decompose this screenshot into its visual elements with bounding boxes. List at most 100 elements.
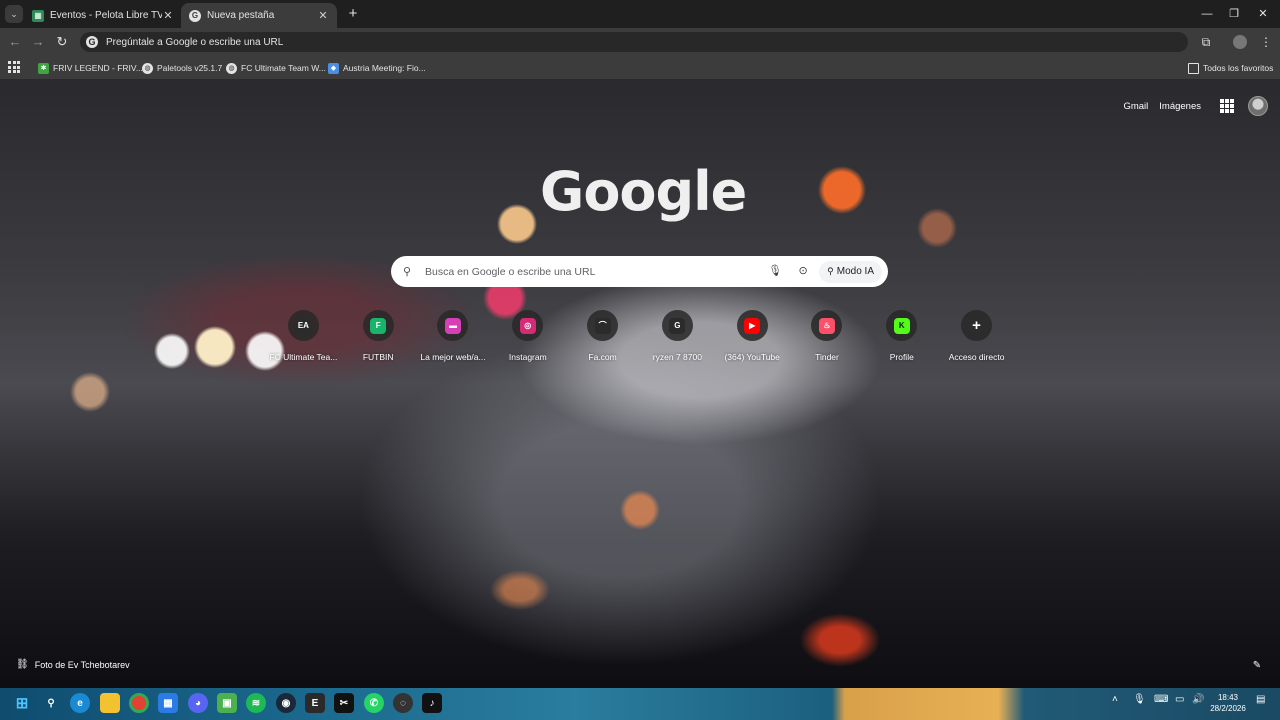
bookmark-label: Paletools v25.1.7 <box>157 63 223 73</box>
menu-icon[interactable]: ⋮ <box>1257 33 1275 51</box>
restore-button[interactable]: ❐ <box>1224 5 1244 23</box>
windows-start-icon[interactable]: ⊞ <box>12 693 32 713</box>
shortcut-icon-circle[interactable]: ♨ <box>811 310 843 341</box>
tab-search-button[interactable]: ⌄ <box>5 5 23 23</box>
tab-title: Eventos - Pelota Libre TV <box>50 10 162 21</box>
tab-new-tab[interactable]: G Nueva pestaña ✕ <box>181 3 337 28</box>
globe-icon: ◍ <box>142 62 153 74</box>
shortcut-tile[interactable]: + Acceso directo <box>939 310 1014 362</box>
shortcut-icon-circle[interactable]: ⌒ <box>587 310 619 341</box>
images-link[interactable]: Imágenes <box>1159 101 1201 112</box>
back-button[interactable]: ← <box>6 33 24 51</box>
google-logo: Google <box>540 160 747 223</box>
close-icon[interactable]: ✕ <box>317 9 329 22</box>
apps-icon[interactable] <box>8 61 20 73</box>
link-icon: ⛓ <box>16 659 29 670</box>
file-explorer-icon[interactable] <box>100 693 120 713</box>
google-apps-icon[interactable] <box>1220 99 1234 113</box>
shortcut-tile[interactable]: ▬ La mejor web/a... <box>416 310 491 362</box>
shortcut-icon-circle[interactable]: ◎ <box>512 310 544 341</box>
address-bar-placeholder: Pregúntale a Google o escribe una URL <box>106 36 284 48</box>
search-box[interactable]: ⚲ Busca en Google o escribe una URL 🎙 ⊙ … <box>391 256 888 287</box>
keyboard-icon[interactable]: ⌨ <box>1154 694 1168 705</box>
notification-icon[interactable]: ▤ <box>1256 694 1265 705</box>
shortcut-icon-circle[interactable]: EA <box>287 310 319 341</box>
shortcut-icon-circle[interactable]: K <box>886 310 918 341</box>
customize-pencil-icon[interactable]: ✎ <box>1250 660 1264 674</box>
tray-chevron-up-icon[interactable]: ˄ <box>1112 694 1118 705</box>
ai-mode-button[interactable]: ⚲ Modo IA <box>819 260 882 283</box>
ai-mode-label: Modo IA <box>836 266 874 277</box>
shortcut-tile[interactable]: Gryzen 7 8700 <box>640 310 715 362</box>
shortcut-label: Profile <box>889 352 914 362</box>
network-icon[interactable]: ▭ <box>1175 694 1184 705</box>
epic-games-icon[interactable]: E <box>305 693 325 713</box>
search-input[interactable]: Busca en Google o escribe una URL <box>425 266 767 278</box>
obs-icon[interactable]: ◌ <box>393 693 413 713</box>
photo-credit[interactable]: ⛓ Foto de Ev Tchebotarev <box>16 659 130 670</box>
forward-button[interactable]: → <box>29 33 47 51</box>
friv-icon: ✱ <box>38 62 49 74</box>
microphone-icon[interactable]: 🎙 <box>1133 694 1146 705</box>
close-window-button[interactable]: ✕ <box>1253 5 1273 23</box>
tinder-icon: ♨ <box>818 317 835 334</box>
tab-strip: ⌄ ▦ Eventos - Pelota Libre TV ✕ G Nueva … <box>0 0 1280 28</box>
shortcut-label: ryzen 7 8700 <box>652 352 702 362</box>
lens-icon[interactable]: ⊙ <box>795 264 811 280</box>
fa-icon: ⌒ <box>594 317 611 334</box>
volume-icon[interactable]: 🔊 <box>1192 694 1204 705</box>
gmail-link[interactable]: Gmail <box>1123 101 1148 112</box>
shortcut-tile[interactable]: F FUTBIN <box>341 310 416 362</box>
search-icon[interactable]: ⚲ <box>41 693 61 713</box>
clock-time: 18:43 <box>1217 693 1239 702</box>
chrome-icon[interactable] <box>129 693 149 713</box>
spotify-icon[interactable]: ≋ <box>246 693 266 713</box>
bookmark-label: FC Ultimate Team W... <box>241 63 326 73</box>
chevron-down-icon: ⌄ <box>10 8 18 19</box>
microphone-icon[interactable]: 🎙 <box>767 264 783 280</box>
reload-button[interactable]: ↻ <box>53 33 71 51</box>
shortcut-icon-circle[interactable]: F <box>362 310 394 341</box>
bookmark-label: Austria Meeting: Fio... <box>343 63 426 73</box>
whatsapp-icon[interactable]: ✆ <box>364 693 384 713</box>
steam-icon[interactable]: ◉ <box>276 693 296 713</box>
close-icon[interactable]: ✕ <box>162 9 174 22</box>
clock[interactable]: 18:43 28/2/2026 <box>1208 692 1248 714</box>
tab-eventos[interactable]: ▦ Eventos - Pelota Libre TV ✕ <box>24 3 182 28</box>
edge-icon[interactable]: e <box>70 693 90 713</box>
globe-icon: ◍ <box>226 62 237 74</box>
bookmark-austria[interactable]: ◆ Austria Meeting: Fio... <box>328 60 426 76</box>
shortcut-icon-circle[interactable]: + <box>961 310 993 341</box>
bookmark-fc-ultimate[interactable]: ◍ FC Ultimate Team W... <box>226 60 326 76</box>
shortcut-tile[interactable]: ♨ Tinder <box>790 310 865 362</box>
minimize-button[interactable]: — <box>1197 5 1217 23</box>
shortcut-icon-circle[interactable]: ▶ <box>736 310 768 341</box>
shortcut-icon-circle[interactable]: ▬ <box>437 310 469 341</box>
shortcut-label: Instagram <box>508 352 547 362</box>
shortcut-tile[interactable]: ◎ Instagram <box>490 310 565 362</box>
extensions-icon[interactable]: ⧉ <box>1197 33 1215 51</box>
address-bar[interactable]: G Pregúntale a Google o escribe una URL <box>80 32 1188 52</box>
web-icon: ▬ <box>444 317 461 334</box>
shortcut-tile[interactable]: ⌒ Fa.com <box>565 310 640 362</box>
shortcut-icon-circle[interactable]: G <box>661 310 693 341</box>
discord-icon[interactable]: ◕ <box>188 693 208 713</box>
shortcut-tile[interactable]: ▶ (364) YouTube <box>715 310 790 362</box>
shortcut-tile[interactable]: EA FC Ultimate Tea... <box>266 310 341 362</box>
bookmark-friv[interactable]: ✱ FRIV LEGEND - FRIV... <box>38 60 143 76</box>
austria-icon: ◆ <box>328 62 339 74</box>
account-avatar[interactable] <box>1248 96 1268 116</box>
minecraft-icon[interactable]: ▣ <box>217 693 237 713</box>
new-tab-button[interactable]: + <box>344 5 362 23</box>
all-bookmarks[interactable]: Todos los favoritos <box>1188 60 1273 76</box>
shortcut-tile[interactable]: K Profile <box>864 310 939 362</box>
profile-avatar-icon[interactable] <box>1233 35 1247 49</box>
kick-icon: K <box>893 317 910 334</box>
store-icon[interactable]: ▦ <box>158 693 178 713</box>
ryzen-icon: G <box>669 317 686 334</box>
tiktok-icon[interactable]: ♪ <box>422 693 442 713</box>
shortcuts-row: EA FC Ultimate Tea... F FUTBIN ▬ La mejor web… <box>266 310 1014 362</box>
capcut-icon[interactable]: ✂ <box>334 693 354 713</box>
clock-date: 28/2/2026 <box>1210 704 1246 713</box>
bookmark-paletools[interactable]: ◍ Paletools v25.1.7 <box>142 60 222 76</box>
